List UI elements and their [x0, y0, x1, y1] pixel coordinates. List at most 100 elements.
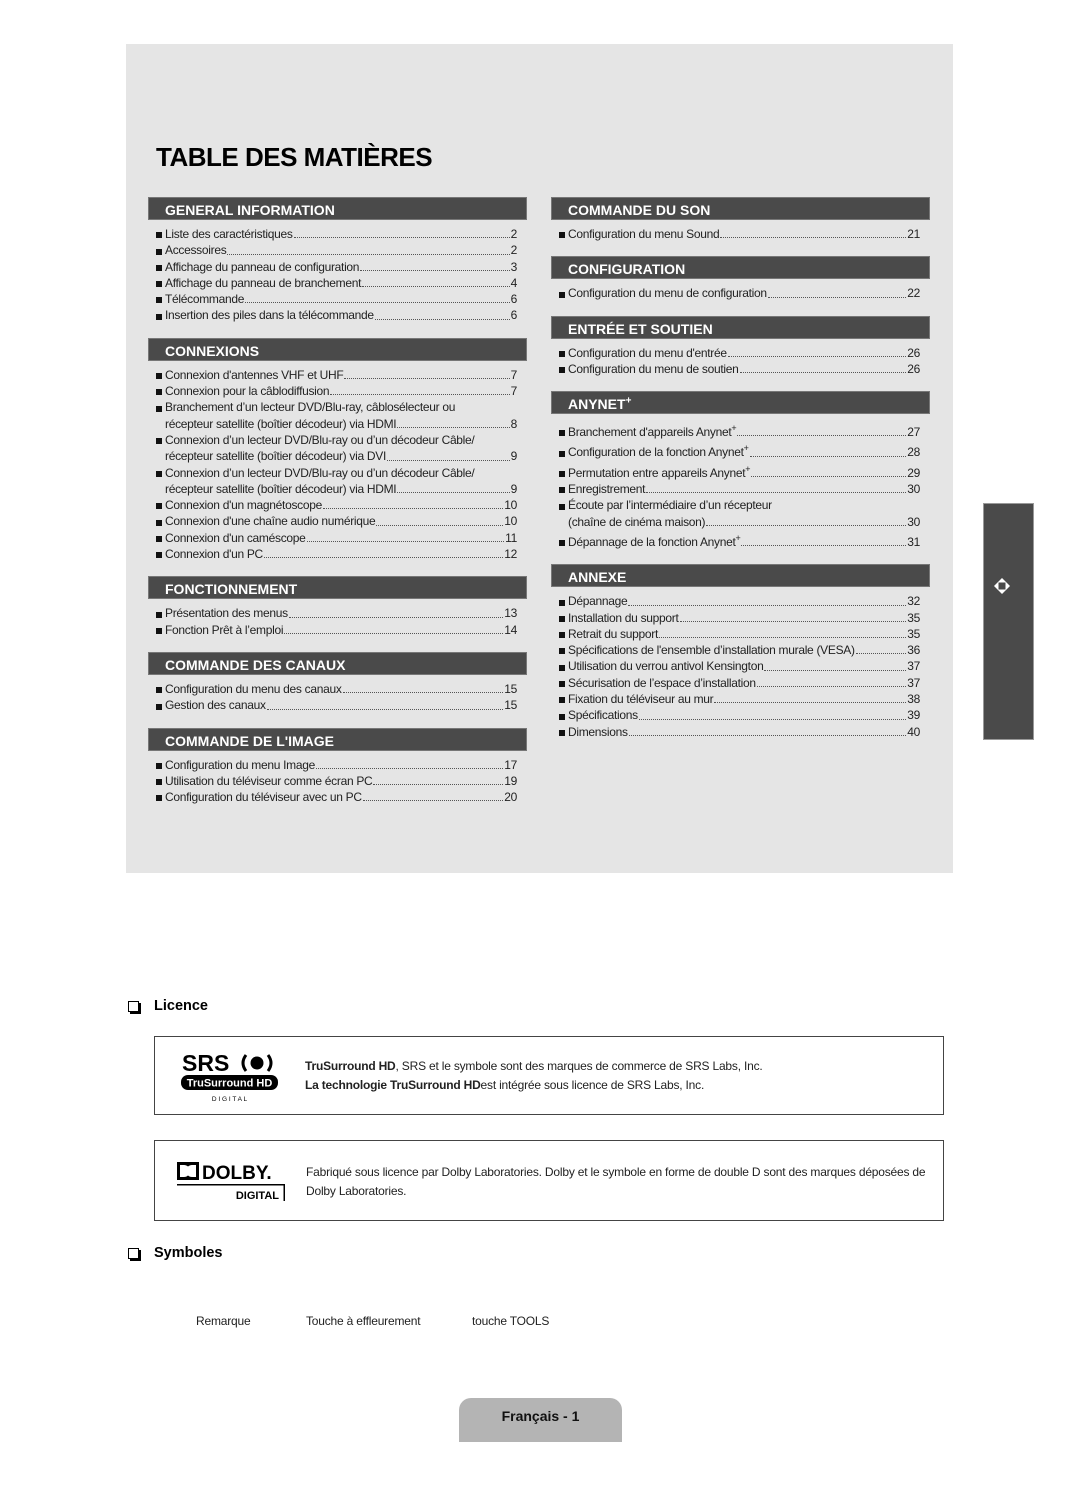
- toc-entry[interactable]: Insertion des piles dans la télécommande…: [156, 307, 517, 323]
- toc-entry[interactable]: Fixation du téléviseur au mur 38: [559, 691, 920, 707]
- dot-leader: [706, 524, 907, 526]
- entry-title: Gestion des canaux: [165, 698, 266, 713]
- toc-entry[interactable]: Permutation entre appareils Anynet+ 29: [559, 461, 920, 481]
- entry-page-number: 38: [907, 692, 920, 707]
- section-heading: CONNEXIONS: [148, 337, 527, 361]
- toc-entry[interactable]: Dépannage 32: [559, 593, 920, 609]
- toc-entry[interactable]: Liste des caractéristiques 2: [156, 226, 517, 242]
- entry-title: Configuration du menu Image: [165, 757, 315, 772]
- licence-heading: Licence: [128, 998, 208, 1014]
- square-bullet-icon: [559, 540, 565, 547]
- entry-title: Connexion d'antennes VHF et UHF: [165, 367, 344, 382]
- toc-entry[interactable]: Accessoires 2: [156, 242, 517, 258]
- entry-page-number: 40: [907, 724, 920, 739]
- dot-leader: [397, 426, 510, 428]
- toc-entry[interactable]: Configuration du menu de configuration 22: [559, 285, 920, 301]
- toc-entry[interactable]: Affichage du panneau de configuration 3: [156, 259, 517, 275]
- toc-entry[interactable]: Sécurisation de l’espace d’installation 3…: [559, 675, 920, 691]
- dot-leader: [373, 784, 504, 786]
- toc-entry[interactable]: Connexion pour la câblodiffusion 7: [156, 383, 517, 399]
- toc-entry[interactable]: Connexion d'un magnétoscope 10: [156, 497, 517, 513]
- dot-leader: [344, 378, 510, 380]
- toc-entry[interactable]: Configuration du menu d'entrée 26: [559, 345, 920, 361]
- toc-entry[interactable]: Télécommande 6: [156, 291, 517, 307]
- entry-superscript: +: [745, 463, 751, 474]
- toc-entry[interactable]: Dépannage de la fonction Anynet+ 31: [559, 530, 920, 550]
- toc-entry[interactable]: Utilisation du verrou antivol Kensington…: [559, 658, 920, 674]
- srs-line1-bold: TruSurround HD: [305, 1059, 396, 1073]
- square-bullet-icon: [156, 627, 162, 634]
- entry-page-number: 32: [907, 594, 920, 609]
- toc-section: ANNEXE Dépannage 32 Installation du support…: [551, 564, 930, 740]
- toc-entry[interactable]: Écoute par l’intermédiaire d’un récepteu…: [559, 497, 920, 530]
- entry-list: Branchement d'appareils Anynet+ 27 Configu…: [551, 414, 930, 550]
- entry-superscript: +: [743, 443, 749, 454]
- toc-entry[interactable]: Retrait du support 35: [559, 626, 920, 642]
- dot-leader: [751, 476, 907, 478]
- square-bullet-icon: [156, 703, 162, 710]
- page-title: TABLE DES MATIÈRES: [156, 142, 433, 172]
- entry-page-number: 28: [907, 445, 920, 460]
- toc-entry[interactable]: Dimensions 40: [559, 724, 920, 740]
- square-bullet-icon: [559, 713, 565, 720]
- srs-logo-text: SRS: [182, 1050, 229, 1076]
- entry-page-number: 2: [510, 227, 518, 241]
- entry-page-number: 6: [510, 308, 518, 323]
- toc-entry[interactable]: Connexion d'antennes VHF et UHF 7: [156, 367, 517, 383]
- toc-entry[interactable]: Fonction Prêt à l’emploi 14: [156, 622, 517, 638]
- entry-title: Écoute par l’intermédiaire d’un récepteu…: [568, 498, 772, 513]
- dot-leader: [749, 455, 907, 457]
- entry-page-number: 6: [510, 292, 518, 307]
- toc-entry[interactable]: Spécifications de l'ensemble d’installat…: [559, 642, 920, 658]
- square-bullet-icon: [559, 503, 565, 510]
- toc-entry[interactable]: Gestion des canaux 15: [156, 697, 517, 713]
- entry-page-number: 27: [907, 425, 920, 440]
- toc-entry[interactable]: Utilisation du téléviseur comme écran PC…: [156, 773, 517, 789]
- entry-page-number: 20: [504, 790, 517, 805]
- toc-entry[interactable]: Connexion d'un PC 12: [156, 546, 517, 562]
- toc-entry[interactable]: Configuration du menu Sound 21: [559, 226, 920, 242]
- entry-title: Configuration du téléviseur avec un PC: [165, 790, 362, 805]
- entry-title: Présentation des menus: [165, 606, 288, 621]
- entry-line-2: récepteur satellite (boîtier décodeur) v…: [156, 481, 517, 497]
- toc-entry[interactable]: Connexion d'un caméscope 11: [156, 530, 517, 546]
- entry-title: Enregistrement: [568, 482, 646, 497]
- dot-leader: [376, 524, 504, 526]
- dot-leader: [245, 302, 510, 304]
- toc-entry[interactable]: Connexion d'une chaîne audio numérique 10: [156, 513, 517, 529]
- toc-entry[interactable]: Configuration du menu de soutien 26: [559, 361, 920, 377]
- toc-entry[interactable]: Configuration du téléviseur avec un PC 20: [156, 789, 517, 805]
- entry-page-number: 37: [907, 675, 920, 690]
- toc-entry[interactable]: Installation du support 35: [559, 610, 920, 626]
- entry-superscript: +: [731, 423, 737, 434]
- section-heading: COMMANDE DES CANAUX: [148, 651, 527, 675]
- entry-title: Connexion d'un magnétoscope: [165, 498, 322, 513]
- toc-entry[interactable]: Connexion d’un lecteur DVD/Blu-ray ou d’…: [156, 432, 517, 465]
- section-heading-text: CONNEXIONS: [165, 342, 260, 359]
- symbols-heading-text: Symboles: [154, 1245, 223, 1261]
- toc-entry[interactable]: Présentation des menus 13: [156, 605, 517, 621]
- toc-entry[interactable]: Branchement d'appareils Anynet+ 27: [559, 420, 920, 440]
- toc-entry[interactable]: Affichage du panneau de branchement 4: [156, 275, 517, 291]
- toc-entry[interactable]: Configuration du menu des canaux 15: [156, 681, 517, 697]
- toc-entry[interactable]: Configuration de la fonction Anynet+ 28: [559, 440, 920, 460]
- dot-leader: [628, 604, 907, 606]
- entry-title: Dépannage: [568, 594, 628, 609]
- toc-entry[interactable]: Configuration du menu Image 17: [156, 757, 517, 773]
- square-bullet-icon: [559, 632, 565, 639]
- entry-title: Dimensions: [568, 724, 628, 739]
- square-bullet-icon: [559, 487, 565, 494]
- dot-leader: [756, 686, 907, 688]
- toc-entry[interactable]: Spécifications 39: [559, 707, 920, 723]
- toc-entry[interactable]: Connexion d’un lecteur DVD/Blu-ray ou d’…: [156, 465, 517, 498]
- entry-page-number: 10: [504, 514, 517, 529]
- toc-entry[interactable]: Branchement d’un lecteur DVD/Blu-ray, câ…: [156, 399, 517, 432]
- symbols-heading: Symboles: [128, 1245, 223, 1261]
- dot-leader: [362, 800, 504, 802]
- toc-entry[interactable]: Enregistrement 30: [559, 481, 920, 497]
- srs-licence-box: SRS TruSurround HD D I G I T A L TruSurr…: [154, 1036, 944, 1115]
- dot-leader: [330, 394, 510, 396]
- section-heading: FONCTIONNEMENT: [148, 576, 527, 600]
- toc-section: COMMANDE DU SON Configuration du menu Sou…: [551, 197, 930, 242]
- entry-page-number: 26: [907, 361, 920, 376]
